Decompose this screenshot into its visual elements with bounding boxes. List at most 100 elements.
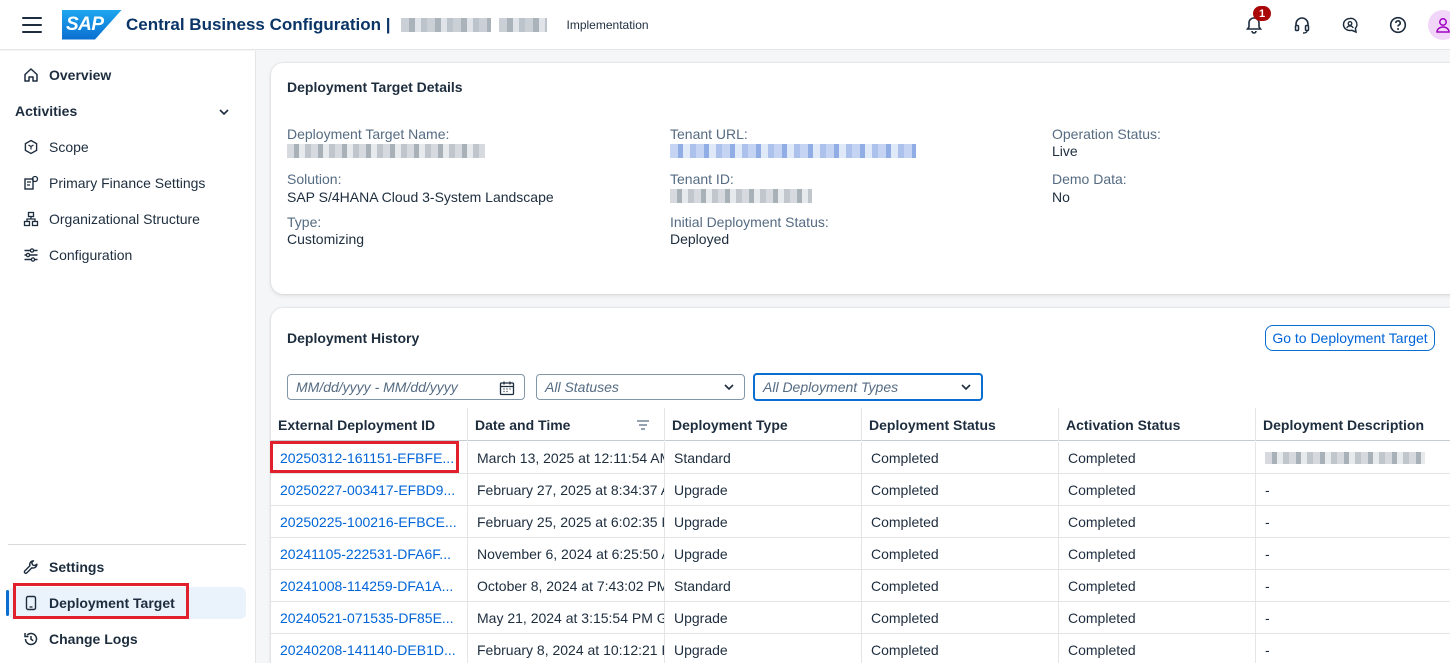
cell-status: Completed <box>871 610 939 626</box>
nav-item-configuration[interactable]: Configuration <box>8 239 246 271</box>
nav-item-overview[interactable]: Overview <box>8 59 246 91</box>
nav-item-settings[interactable]: Settings <box>8 551 246 583</box>
cell-status: Completed <box>871 578 939 594</box>
user-avatar[interactable] <box>1428 10 1450 40</box>
column-header-type[interactable]: Deployment Type <box>665 408 861 441</box>
cell-id[interactable]: 20240521-071535-DF85E... <box>271 602 467 634</box>
column-header-description[interactable]: Deployment Description <box>1256 408 1450 441</box>
cell-description: - <box>1265 610 1270 626</box>
operation-status-label: Operation Status: <box>1052 126 1161 142</box>
table-row[interactable]: 20250312-161151-EFBFE... March 13, 2025 a… <box>271 442 1450 474</box>
history-title: Deployment History <box>287 330 420 346</box>
cell-id[interactable]: 20240208-141140-DEB1D... <box>271 634 467 663</box>
details-title: Deployment Target Details <box>287 79 463 95</box>
type-label: Type: <box>287 214 322 230</box>
nav-divider <box>8 544 246 545</box>
nav-group-activities[interactable]: Activities <box>0 95 256 127</box>
type-value: Customizing <box>287 231 365 247</box>
notification-badge: 1 <box>1253 6 1271 21</box>
nav-item-scope[interactable]: Scope <box>8 131 246 163</box>
feedback-chat-icon[interactable] <box>1340 15 1360 35</box>
notifications-icon[interactable]: 1 <box>1244 6 1271 35</box>
app-title: Central Business Configuration | <box>126 14 391 34</box>
home-icon <box>22 66 40 84</box>
cell-description <box>1256 442 1450 474</box>
solution-value: SAP S/4HANA Cloud 3-System Landscape <box>287 189 554 205</box>
table-row[interactable]: 20240208-141140-DEB1D... February 8, 2024… <box>271 634 1450 663</box>
cell-id[interactable]: 20250225-100216-EFBCE... <box>271 506 467 538</box>
redacted-description <box>1265 452 1425 464</box>
status-filter[interactable]: All Statuses <box>536 374 745 400</box>
help-icon[interactable] <box>1388 15 1408 35</box>
table-header: External Deployment ID Date and Time Dep… <box>271 408 1450 441</box>
cell-status: Completed <box>871 450 939 466</box>
tenant-id-label: Tenant ID: <box>670 171 734 187</box>
cell-id[interactable]: 20241105-222531-DFA6F... <box>271 538 467 570</box>
demo-data-label: Demo Data: <box>1052 171 1127 187</box>
cell-activation: Completed <box>1068 642 1136 658</box>
deployment-type-filter[interactable]: All Deployment Types <box>753 373 983 401</box>
date-range-filter[interactable]: MM/dd/yyyy - MM/dd/yyyy <box>287 374 525 400</box>
redacted-tenant-name <box>400 17 491 32</box>
cell-id[interactable]: 20241008-114259-DFA1A... <box>271 570 467 602</box>
table-row[interactable]: 20241008-114259-DFA1A... October 8, 2024 … <box>271 570 1450 602</box>
main-content: Deployment Target Details Deployment Tar… <box>257 51 1450 663</box>
redacted-tenant-id <box>670 189 812 203</box>
cell-type: Standard <box>674 578 731 594</box>
cell-status: Completed <box>871 642 939 658</box>
headset-support-icon[interactable] <box>1292 15 1312 35</box>
deployment-target-details-card: Deployment Target Details Deployment Tar… <box>271 63 1450 294</box>
cell-type: Upgrade <box>674 482 728 498</box>
nav-item-deployment-target[interactable]: Deployment Target <box>6 587 246 619</box>
cell-type: Upgrade <box>674 610 728 626</box>
chevron-down-icon <box>218 105 230 121</box>
nav-item-organizational-structure[interactable]: Organizational Structure <box>8 203 246 235</box>
cell-type: Upgrade <box>674 514 728 530</box>
table-row[interactable]: 20250225-100216-EFBCE... February 25, 202… <box>271 506 1450 538</box>
cell-description: - <box>1265 482 1270 498</box>
table-row[interactable]: 20241105-222531-DFA6F... November 6, 2024… <box>271 538 1450 570</box>
hamburger-menu-icon[interactable] <box>22 16 42 33</box>
cell-activation: Completed <box>1068 514 1136 530</box>
initial-status-value: Deployed <box>670 231 730 247</box>
cell-date: May 21, 2024 at 3:15:54 PM GMT <box>477 610 664 626</box>
sap-logo[interactable]: SAP <box>62 9 122 40</box>
go-to-deployment-target-button[interactable]: Go to Deployment Target <box>1265 325 1435 351</box>
cell-type: Upgrade <box>674 642 728 658</box>
cell-activation: Completed <box>1068 578 1136 594</box>
cell-activation: Completed <box>1068 546 1136 562</box>
column-header-id[interactable]: External Deployment ID <box>271 408 467 441</box>
column-header-status[interactable]: Deployment Status <box>862 408 1058 441</box>
nav-item-change-logs[interactable]: Change Logs <box>8 623 246 655</box>
redacted-target-name <box>287 144 485 158</box>
cell-activation: Completed <box>1068 450 1136 466</box>
cell-activation: Completed <box>1068 482 1136 498</box>
scope-icon <box>22 138 40 156</box>
cell-description: - <box>1265 546 1270 562</box>
table-row[interactable]: 20250227-003417-EFBD9... February 27, 202… <box>271 474 1450 506</box>
column-header-activation[interactable]: Activation Status <box>1059 408 1255 441</box>
chevron-down-icon <box>960 380 972 397</box>
cell-date: March 13, 2025 at 12:11:54 AM <box>477 450 664 466</box>
column-header-date[interactable]: Date and Time <box>468 408 664 441</box>
calendar-icon[interactable] <box>499 380 515 399</box>
operation-status-value: Live <box>1052 143 1078 159</box>
sort-icon[interactable] <box>636 418 650 434</box>
shell-bar: SAP Central Business Configuration | Imp… <box>0 0 1450 50</box>
cell-id[interactable]: 20250312-161151-EFBFE... <box>271 442 467 474</box>
org-structure-icon <box>22 210 40 228</box>
tenant-url-label: Tenant URL: <box>670 126 748 142</box>
cell-activation: Completed <box>1068 610 1136 626</box>
nav-item-primary-finance-settings[interactable]: Primary Finance Settings <box>8 167 246 199</box>
finance-settings-icon <box>22 174 40 192</box>
cell-date: February 8, 2024 at 10:12:21 PM <box>477 642 664 658</box>
cell-id[interactable]: 20250227-003417-EFBD9... <box>271 474 467 506</box>
cell-description: - <box>1265 514 1270 530</box>
table-row[interactable]: 20240521-071535-DF85E... May 21, 2024 at … <box>271 602 1450 634</box>
cell-date: February 25, 2025 at 6:02:35 PM <box>477 514 664 530</box>
wrench-icon <box>22 558 40 576</box>
chevron-down-icon <box>723 380 735 397</box>
configuration-icon <box>22 246 40 264</box>
initial-status-label: Initial Deployment Status: <box>670 214 829 230</box>
cell-type: Standard <box>674 450 731 466</box>
